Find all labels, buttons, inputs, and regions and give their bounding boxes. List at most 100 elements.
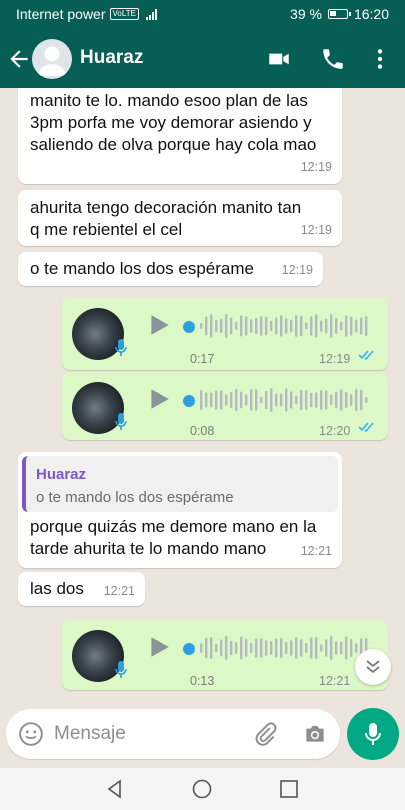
waveform-bar: [240, 315, 243, 337]
message-text-line: las dos: [30, 579, 84, 598]
voice-message-outgoing[interactable]: 0:17 12:19: [62, 298, 388, 370]
record-voice-button[interactable]: [347, 708, 399, 760]
message-time: 12:19: [281, 263, 313, 277]
attachment-icon[interactable]: [252, 721, 278, 747]
waveform-bar: [355, 319, 358, 333]
message-list[interactable]: manito te lo. mando esoo plan de las 3pm…: [0, 88, 405, 700]
message-text-line: porque quizás me demore mano en la: [30, 517, 317, 536]
waveform: [200, 388, 368, 412]
video-call-icon[interactable]: [266, 46, 292, 72]
waveform-bar: [220, 390, 223, 410]
waveform: [200, 314, 368, 338]
emoji-icon[interactable]: [18, 721, 44, 747]
battery-icon: [327, 9, 351, 19]
message-time: 12:19: [319, 352, 351, 366]
quoted-text: o te mando los dos espérame: [36, 489, 234, 506]
message-text-line: 3pm porfa me voy demorar asiendo y: [30, 113, 312, 132]
playback-scrubber[interactable]: [183, 321, 195, 333]
waveform-bar: [365, 316, 368, 336]
waveform-bar: [225, 636, 228, 660]
waveform-bar: [210, 392, 213, 408]
waveform-bar: [360, 317, 363, 335]
play-icon[interactable]: [146, 634, 172, 660]
play-icon[interactable]: [146, 386, 172, 412]
waveform-bar: [300, 639, 303, 657]
waveform-bar: [220, 639, 223, 657]
waveform-bar: [315, 392, 318, 408]
message-incoming[interactable]: o te mando los dos espérame 12:19: [18, 252, 323, 286]
waveform-bar: [345, 315, 348, 337]
waveform-bar: [245, 394, 248, 406]
playback-scrubber[interactable]: [183, 643, 195, 655]
message-text-line: saliendo de olva porque hay cola mao: [30, 135, 317, 154]
message-input-box[interactable]: Mensaje: [6, 709, 340, 759]
waveform-bar: [325, 390, 328, 410]
waveform-bar: [360, 389, 363, 411]
camera-icon[interactable]: [302, 721, 328, 747]
clock: 16:20: [353, 6, 389, 22]
waveform-bar: [340, 389, 343, 411]
message-time: 12:21: [319, 674, 351, 688]
back-arrow-icon[interactable]: [6, 45, 32, 73]
waveform-bar: [315, 636, 318, 660]
waveform-bar: [285, 318, 288, 334]
waveform-bar: [325, 639, 328, 657]
waveform-bar: [265, 640, 268, 656]
message-incoming-reply[interactable]: Huaraz o te mando los dos espérame porqu…: [18, 452, 342, 568]
message-time: 12:19: [300, 160, 332, 174]
voice-duration: 0:17: [190, 352, 215, 366]
more-vert-icon[interactable]: [367, 46, 393, 72]
message-incoming[interactable]: ahurita tengo decoración manito tan q me…: [18, 190, 342, 246]
nav-recents-icon[interactable]: [278, 778, 300, 800]
scroll-to-bottom-button[interactable]: [355, 649, 391, 685]
voice-message-outgoing[interactable]: 0:13 12:21: [62, 620, 388, 690]
waveform-bar: [215, 390, 218, 410]
waveform-bar: [240, 636, 243, 660]
voice-message-outgoing[interactable]: 0:08 12:20: [62, 372, 388, 440]
waveform-bar: [295, 637, 298, 659]
waveform-bar: [340, 641, 343, 655]
waveform-bar: [245, 316, 248, 336]
playback-scrubber[interactable]: [183, 395, 195, 407]
waveform-bar: [210, 636, 213, 660]
waveform-bar: [305, 322, 308, 330]
waveform-bar: [305, 642, 308, 654]
waveform-bar: [295, 395, 298, 405]
message-input[interactable]: Mensaje: [54, 723, 126, 745]
waveform-bar: [225, 394, 228, 406]
contact-name[interactable]: Huaraz: [80, 47, 143, 69]
read-ticks-icon: [358, 422, 374, 433]
contact-avatar[interactable]: [32, 39, 72, 79]
waveform-bar: [285, 388, 288, 412]
message-incoming[interactable]: manito te lo. mando esoo plan de las 3pm…: [18, 88, 342, 184]
nav-home-icon[interactable]: [191, 778, 213, 800]
phone-icon[interactable]: [320, 46, 346, 72]
default-avatar-icon: [37, 46, 67, 76]
waveform-bar: [350, 639, 353, 657]
quoted-message[interactable]: Huaraz o te mando los dos espérame: [22, 456, 338, 512]
waveform-bar: [310, 316, 313, 336]
waveform-bar: [205, 316, 208, 336]
message-text-line: o te mando los dos espérame: [30, 259, 254, 278]
message-time: 12:20: [319, 424, 351, 438]
message-incoming[interactable]: las dos 12:21: [18, 572, 145, 606]
signal-icon: [145, 8, 157, 20]
waveform-bar: [250, 389, 253, 411]
waveform-bar: [280, 637, 283, 659]
battery-percent: 39 %: [290, 6, 322, 22]
waveform-bar: [340, 321, 343, 331]
waveform-bar: [290, 391, 293, 409]
nav-back-icon[interactable]: [104, 778, 126, 800]
waveform-bar: [275, 317, 278, 335]
waveform-bar: [235, 321, 238, 331]
message-time: 12:21: [300, 544, 332, 558]
voice-duration: 0:08: [190, 424, 215, 438]
waveform-bar: [230, 640, 233, 656]
waveform-bar: [330, 394, 333, 406]
waveform-bar: [330, 314, 333, 338]
waveform-bar: [355, 389, 358, 411]
mic-icon: [365, 723, 381, 745]
waveform-bar: [290, 319, 293, 333]
waveform-bar: [335, 641, 338, 655]
play-icon[interactable]: [146, 312, 172, 338]
